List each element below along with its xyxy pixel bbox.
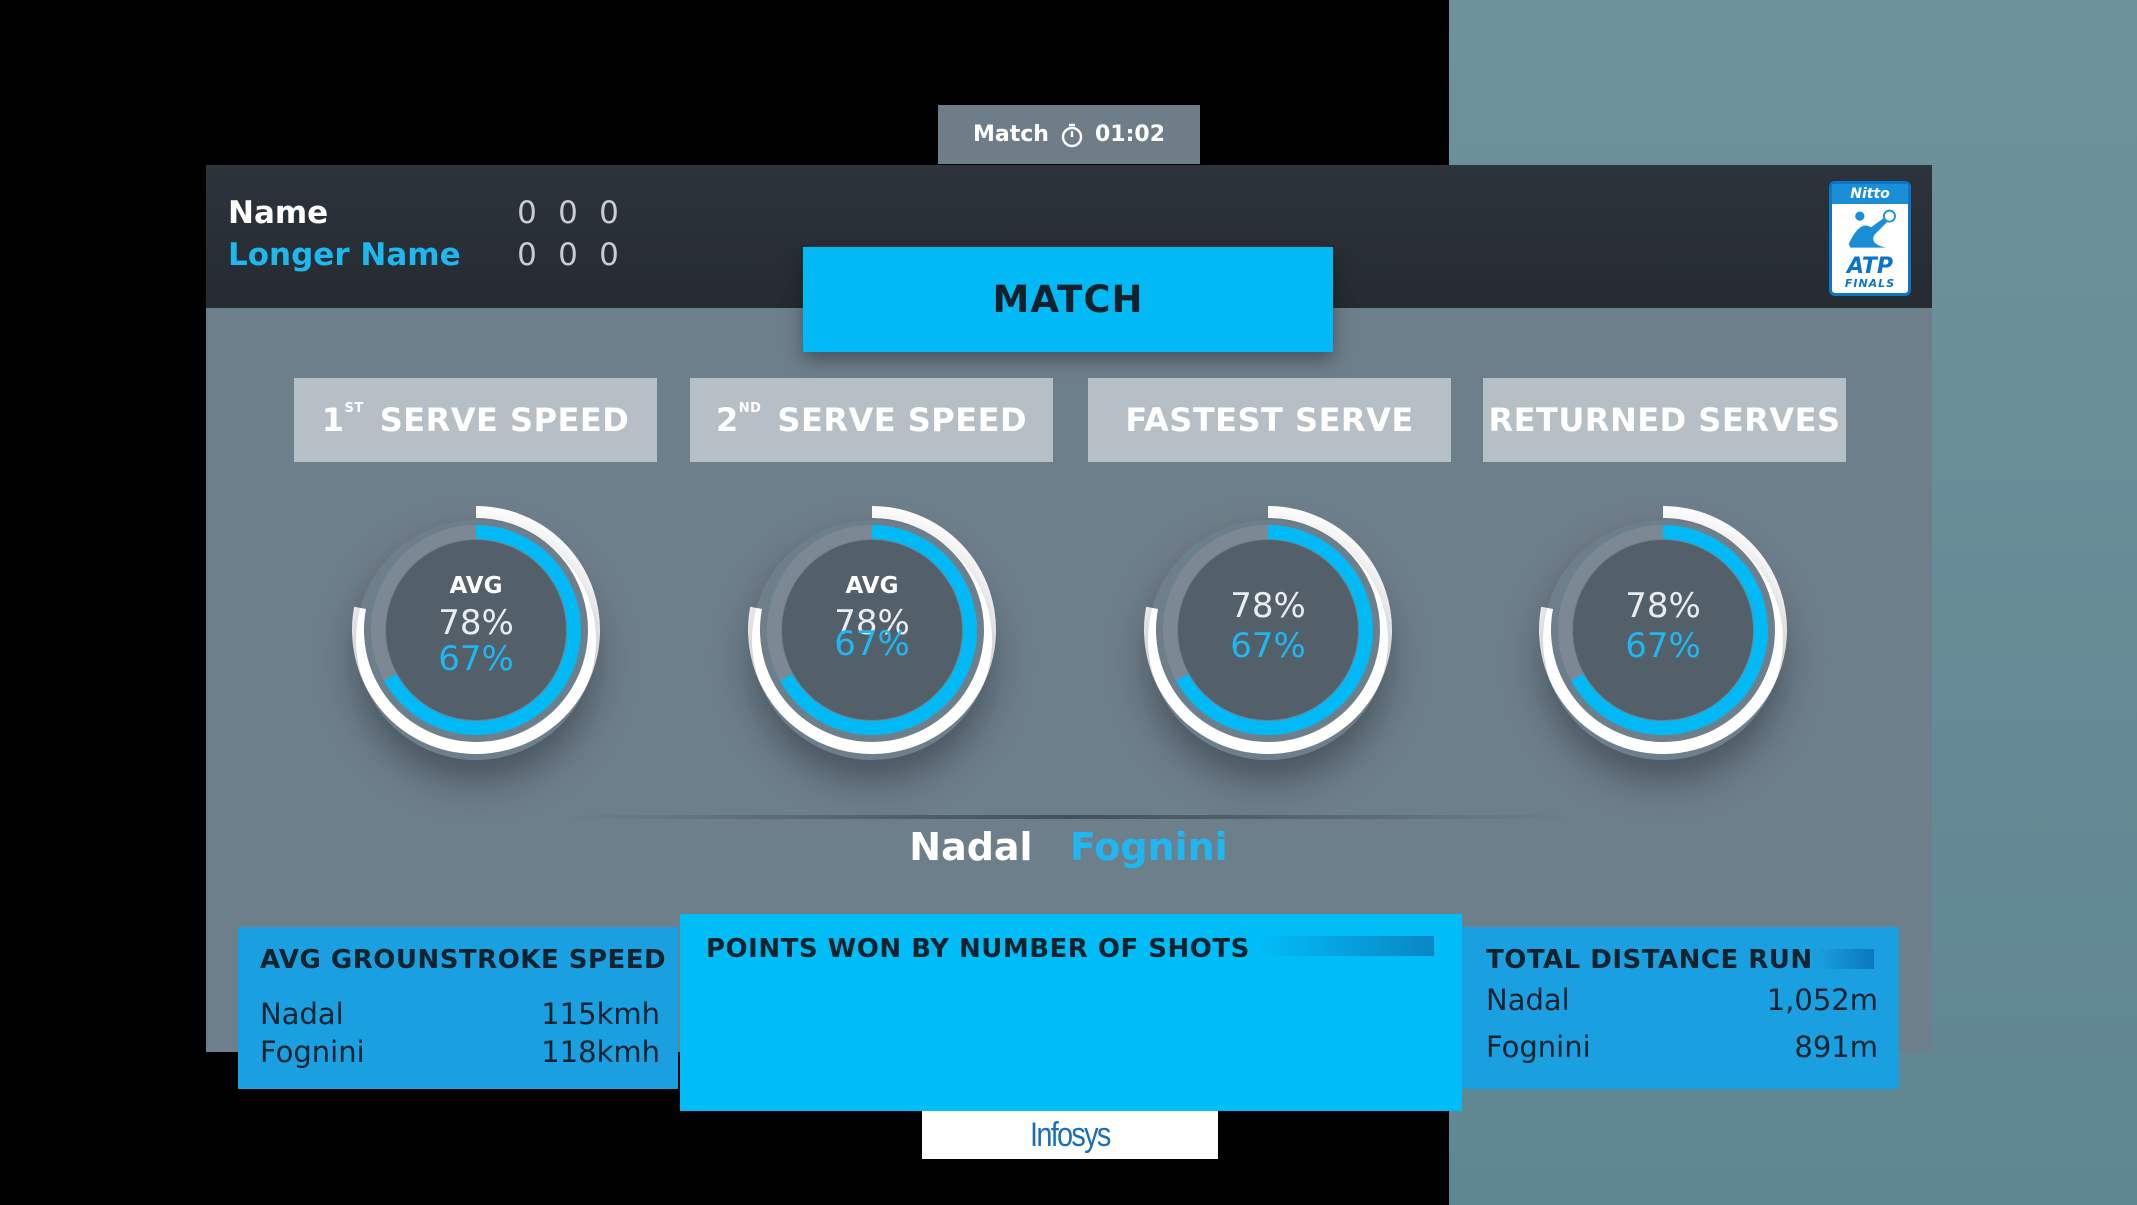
match-timer: Match 01:02 [938,105,1200,164]
scoreboard-row-player-2: Longer Name 0 0 0 [228,237,620,273]
stat-player: Fognini [260,1035,365,1069]
set-score: 0 [517,237,537,273]
tab-returned-serves[interactable]: RETURNED SERVES [1483,378,1846,462]
stat-row: Fognini 118kmh [260,1035,660,1069]
ring-value-player-2: 67% [834,624,910,664]
stat-player: Nadal [260,997,344,1031]
player-2-name: Longer Name [228,237,461,273]
ring-value-player-1: 78% [1625,586,1701,626]
distance-run-card: TOTAL DISTANCE RUN Nadal 1,052m Fognini … [1462,927,1899,1089]
tab-label: SERVE SPEED [379,401,630,439]
stat-player: Nadal [1486,983,1570,1017]
scoreboard-row-player-1: Name 0 0 0 [228,195,620,231]
stat-value: 118kmh [541,1035,660,1069]
stat-value: 1,052m [1766,983,1878,1017]
tab-ordinal-suffix: ND [738,400,762,416]
ring-caption: AVG [449,573,503,599]
timer-time: 01:02 [1094,122,1165,147]
player-legend: Nadal Fognini [0,825,2137,869]
stat-ring-returned-serves: 78% 67% [1533,500,1793,760]
tab-ordinal: 1 [321,401,345,439]
ring-value-player-2: 67% [1230,626,1306,666]
sponsor-logo: Infosys [922,1111,1218,1159]
atp-finals-logo: Nitto ATP FINALS [1829,181,1911,296]
stat-value: 115kmh [541,997,660,1031]
timer-label: Match [973,122,1049,147]
ring-value-player-2: 67% [1625,626,1701,666]
sponsor-name: Infosys [1030,1115,1111,1154]
set-score: 0 [599,237,619,273]
tab-first-serve-speed[interactable]: 1 ST SERVE SPEED [294,378,657,462]
ring-caption: AVG [845,573,899,599]
set-score: 0 [599,195,619,231]
logo-nitto-text: Nitto [1832,184,1908,204]
tab-ordinal-suffix: ST [344,400,364,416]
legend-player-1: Nadal [909,825,1033,869]
card-title: POINTS WON BY NUMBER OF SHOTS [706,934,1250,964]
set-score: 0 [558,195,578,231]
player-1-name: Name [228,195,329,231]
stat-row: Nadal 1,052m [1486,983,1878,1017]
tab-fastest-serve[interactable]: FASTEST SERVE [1088,378,1451,462]
title-accent-bar [1818,949,1874,969]
ring-value-player-1: 78% [1230,586,1306,626]
groundstroke-speed-card: AVG GROUNSTROKE SPEED Nadal 115kmh Fogni… [238,927,678,1089]
stat-value: 891m [1794,1030,1878,1064]
stat-ring-second-serve: AVG 78% 67% [742,500,1002,760]
tab-label: SERVE SPEED [777,401,1028,439]
logo-atp-text: ATP [1846,254,1894,279]
player-1-scores: 0 0 0 [516,195,620,231]
logo-finals-text: FINALS [1844,277,1896,290]
ring-value-player-1: 78% [438,603,514,643]
stopwatch-icon [1061,123,1083,147]
tab-label: FASTEST SERVE [1125,401,1414,439]
card-title: TOTAL DISTANCE RUN [1486,945,1813,975]
set-score: 0 [517,195,537,231]
legend-player-2: Fognini [1069,825,1228,869]
divider [560,815,1580,819]
title-accent-bar [1258,936,1434,956]
stat-ring-first-serve: AVG 78% 67% [346,500,606,760]
stat-row: Fognini 891m [1486,1030,1878,1064]
points-won-card: POINTS WON BY NUMBER OF SHOTS [680,914,1462,1111]
stat-row: Nadal 115kmh [260,997,660,1031]
tab-second-serve-speed[interactable]: 2 ND SERVE SPEED [690,378,1053,462]
match-banner[interactable]: MATCH [803,247,1333,352]
tennis-player-icon [1848,209,1896,248]
stat-ring-fastest-serve: 78% 67% [1138,500,1398,760]
ring-value-player-2: 67% [438,639,514,679]
tab-ordinal: 2 [715,401,739,439]
set-score: 0 [558,237,578,273]
stat-player: Fognini [1486,1030,1591,1064]
player-2-scores: 0 0 0 [516,237,620,273]
card-title: AVG GROUNSTROKE SPEED [260,945,667,975]
tab-label: RETURNED SERVES [1488,401,1841,439]
